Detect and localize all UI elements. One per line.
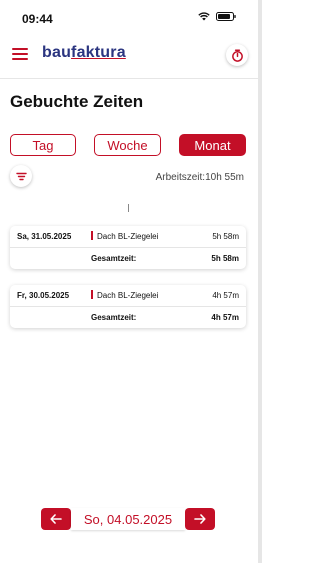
tab-monat[interactable]: Monat <box>179 134 246 156</box>
current-date[interactable]: So, 04.05.2025 <box>71 508 185 530</box>
entry-duration: 5h 58m <box>212 232 239 241</box>
timer-button[interactable] <box>226 44 248 66</box>
total-value: 5h 58m <box>211 254 239 263</box>
entry-date: Sa, 31.05.2025 <box>17 232 72 241</box>
hamburger-icon[interactable] <box>12 48 28 60</box>
app-logo: baufaktura <box>42 44 126 61</box>
battery-icon <box>216 12 236 21</box>
time-entry-card[interactable]: Sa, 31.05.2025 Dach BL-Ziegelei 5h 58m G… <box>10 226 246 269</box>
next-date-button[interactable] <box>185 508 215 530</box>
entry-row: Sa, 31.05.2025 Dach BL-Ziegelei 5h 58m <box>10 226 246 247</box>
filter-button[interactable] <box>10 165 32 187</box>
period-tabs: Tag Woche Monat <box>10 134 246 156</box>
status-time: 09:44 <box>22 12 53 26</box>
arrow-left-icon <box>50 514 62 524</box>
total-label: Gesamtzeit: <box>91 313 137 322</box>
tab-tag[interactable]: Tag <box>10 134 76 156</box>
time-entry-card[interactable]: Fr, 30.05.2025 Dach BL-Ziegelei 4h 57m G… <box>10 285 246 328</box>
list-scroll-indicator <box>128 204 129 212</box>
date-navigator: So, 04.05.2025 <box>41 508 215 530</box>
project-color-marker <box>91 231 93 240</box>
wifi-icon <box>198 12 210 21</box>
previous-date-button[interactable] <box>41 508 71 530</box>
arrow-right-icon <box>194 514 206 524</box>
app-header: baufaktura <box>0 34 258 76</box>
tab-woche[interactable]: Woche <box>94 134 161 156</box>
entry-project: Dach BL-Ziegelei <box>97 291 159 300</box>
stopwatch-icon <box>231 48 243 62</box>
total-value: 4h 57m <box>211 313 239 322</box>
filter-icon <box>15 172 27 180</box>
page-title: Gebuchte Zeiten <box>10 92 144 111</box>
entry-date: Fr, 30.05.2025 <box>17 291 70 300</box>
entry-row: Fr, 30.05.2025 Dach BL-Ziegelei 4h 57m <box>10 285 246 306</box>
total-label: Gesamtzeit: <box>91 254 137 263</box>
arbeitszeit-summary: Arbeitszeit:10h 55m <box>155 172 244 183</box>
status-bar: 09:44 <box>0 0 258 30</box>
status-icons <box>198 12 236 21</box>
entry-project: Dach BL-Ziegelei <box>97 232 159 241</box>
app-screen: 09:44 baufaktura Gebuchte Zeiten Tag Woc… <box>0 0 262 563</box>
entry-total-row: Gesamtzeit: 5h 58m <box>10 247 246 269</box>
header-divider <box>0 78 258 79</box>
entry-total-row: Gesamtzeit: 4h 57m <box>10 306 246 328</box>
entry-duration: 4h 57m <box>212 291 239 300</box>
project-color-marker <box>91 290 93 299</box>
